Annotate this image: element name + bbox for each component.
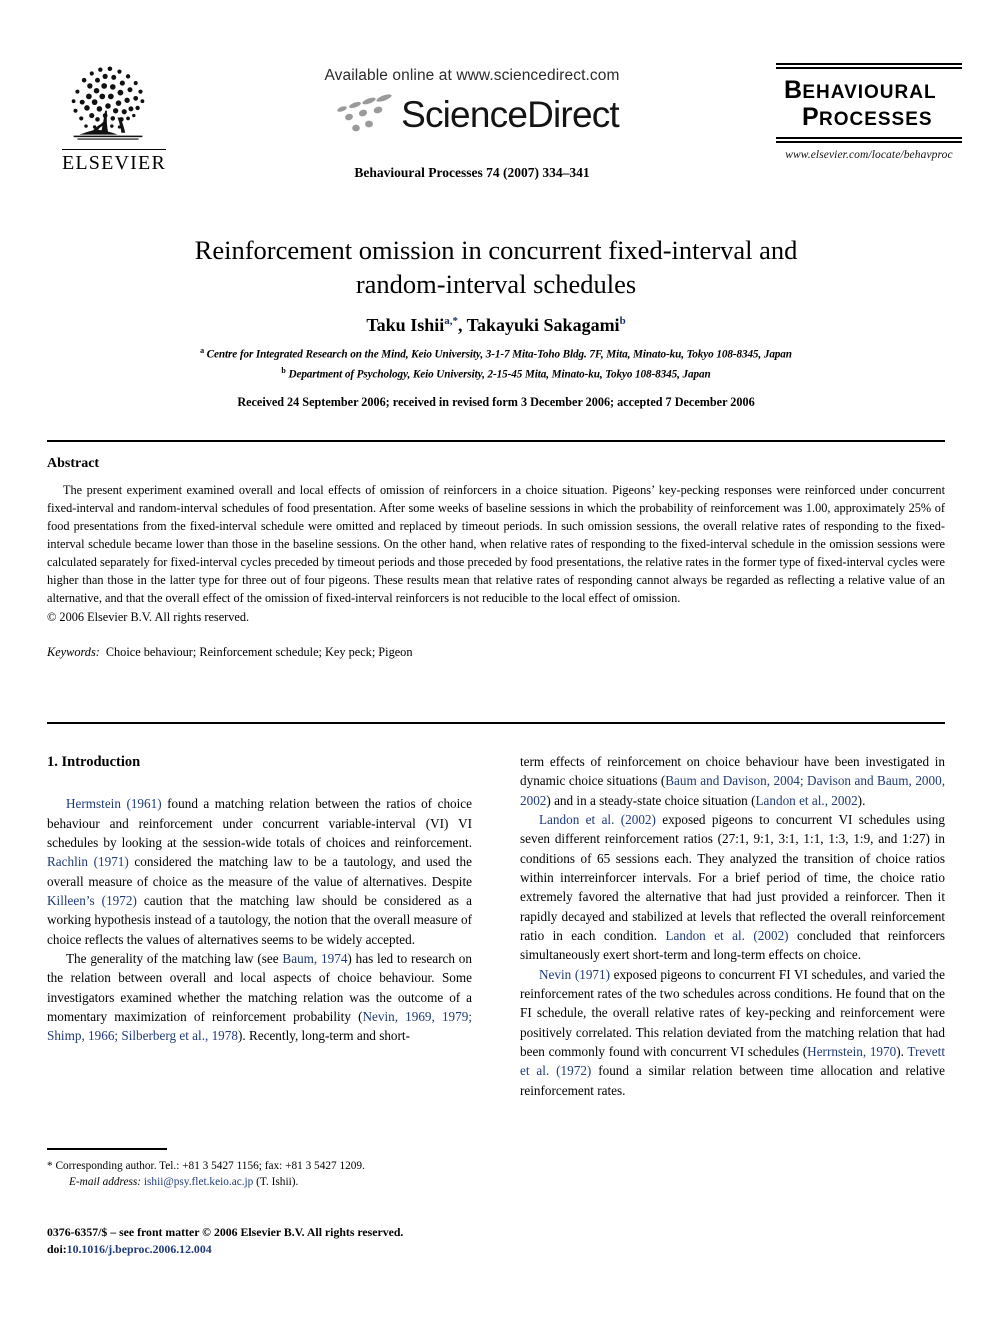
journal-reference: Behavioural Processes 74 (2007) 334–341 [354, 165, 590, 180]
paragraph: term effects of reinforcement on choice … [520, 754, 945, 808]
author-list: Taku Ishiia,*, Takayuki Sakagamib [47, 315, 945, 336]
abstract-bottom-rule [47, 722, 945, 724]
brand-line1-cap: B [784, 76, 803, 104]
citation-link[interactable]: Nevin (1971) [539, 967, 610, 982]
abstract-section: Abstract The present experiment examined… [47, 456, 945, 660]
brand-title-line-2: PROCESSES [774, 102, 964, 131]
paragraph: Landon et al. (2002) exposed pigeons to … [520, 811, 945, 963]
brand-title-line-1: BEHAVIOURAL [774, 76, 964, 104]
section-heading-introduction: 1. Introduction [47, 754, 141, 770]
abstract-heading: Abstract [47, 456, 100, 471]
affiliation-1-text: Centre for Integrated Research on the Mi… [206, 348, 792, 361]
email-note: E-mail address: ishii@psy.flet.keio.ac.j… [47, 1174, 472, 1190]
footnote-block: * Corresponding author. Tel.: +81 3 5427… [47, 1158, 472, 1191]
corresponding-author-marker: * [47, 1160, 53, 1172]
author-2-marks[interactable]: b [620, 315, 626, 327]
imprint-block: 0376-6357/$ – see front matter © 2006 El… [47, 1224, 517, 1258]
sciencedirect-block: Available online at www.sciencedirect.co… [262, 67, 682, 137]
elsevier-logo: ELSEVIER [59, 63, 169, 175]
affiliation-1-mark: a [200, 345, 204, 355]
affiliation-1: a Centre for Integrated Research on the … [47, 345, 945, 364]
journal-homepage-url[interactable]: www.elsevier.com/locate/behavproc [774, 149, 964, 161]
author-1-marks[interactable]: a,* [444, 315, 458, 327]
citation-link[interactable]: Rachlin (1971) [47, 854, 129, 869]
affiliation-2-mark: b [281, 365, 286, 375]
brand-rule-bottom [776, 137, 962, 143]
citation-link[interactable]: Baum and Davison, 2004; Davison and Baum… [520, 773, 945, 807]
sciencedirect-swoosh-icon [337, 94, 392, 132]
elsevier-wordmark: ELSEVIER [61, 152, 167, 174]
doi-label: doi: [47, 1241, 67, 1256]
brand-line1-rest: EHAVIOURAL [802, 82, 937, 103]
citation-link[interactable]: Baum, 1974 [282, 951, 347, 966]
author-separator: , [457, 314, 467, 335]
paragraph: Nevin (1971) exposed pigeons to concurre… [520, 966, 945, 1098]
article-title-line-2: random-interval schedules [355, 269, 637, 300]
keywords-list: Choice behaviour; Reinforcement schedule… [105, 644, 413, 659]
journal-article-first-page: ELSEVIER Available online at www.science… [0, 0, 992, 1323]
abstract-copyright: © 2006 Elsevier B.V. All rights reserved… [47, 610, 250, 625]
citation-link[interactable]: Hermstein (1961) [66, 796, 162, 811]
paragraph: The generality of the matching law (see … [47, 950, 472, 1044]
citation-link[interactable]: Nevin, 1969, 1979; Shimp, 1966; Silberbe… [47, 1009, 472, 1043]
journal-brand-logo: BEHAVIOURAL PROCESSES www.elsevier.com/l… [774, 63, 964, 161]
body-column-left: 1. Introduction Hermstein (1961) found a… [47, 752, 472, 1046]
elsevier-logo-rule [62, 149, 166, 150]
doi-line: doi:10.1016/j.beproc.2006.12.004 [47, 1241, 517, 1258]
doi-link[interactable]: 10.1016/j.beproc.2006.12.004 [67, 1242, 212, 1256]
corresponding-author-text: Corresponding author. Tel.: +81 3 5427 1… [55, 1160, 365, 1172]
body-column-right: term effects of reinforcement on choice … [520, 752, 945, 1100]
elsevier-tree-icon [71, 66, 145, 140]
brand-line2-cap: P [802, 102, 819, 131]
citation-link[interactable]: Landon et al. (2002) [665, 928, 788, 943]
keywords-row: Keywords: Choice behaviour; Reinforcement… [47, 645, 945, 660]
paragraph: Hermstein (1961) found a matching relati… [47, 796, 473, 947]
masthead: ELSEVIER Available online at www.science… [47, 55, 962, 205]
citation-link[interactable]: Landon et al. (2002) [539, 812, 656, 827]
brand-line2-rest: ROCESSES [818, 108, 933, 130]
sciencedirect-wordmark: ScienceDirect [401, 93, 620, 135]
footnote-separator-rule [47, 1148, 167, 1150]
affiliation-2: b Department of Psychology, Keio Univers… [47, 365, 945, 384]
citation-link[interactable]: Killeen’s (1972) [47, 893, 137, 908]
author-name-2: Takayuki Sakagami [466, 314, 620, 335]
citation-link[interactable]: Herrnstein, 1970 [807, 1044, 896, 1059]
citation-link[interactable]: Landon et al., 2002 [755, 793, 857, 808]
title-block: Reinforcement omission in concurrent fix… [47, 233, 945, 410]
email-label: E-mail address: [69, 1176, 142, 1189]
author-name-1: Taku Ishii [366, 314, 445, 335]
email-link[interactable]: ishii@psy.flet.keio.ac.jp [144, 1176, 253, 1188]
issn-copyright-line: 0376-6357/$ – see front matter © 2006 El… [47, 1225, 404, 1239]
available-online-text: Available online at www.sciencedirect.co… [324, 67, 620, 84]
affiliation-2-text: Department of Psychology, Keio Universit… [288, 368, 711, 381]
page-title: Reinforcement omission in concurrent fix… [47, 233, 945, 302]
abstract-body: The present experiment examined overall … [47, 483, 945, 606]
sciencedirect-logo: ScienceDirect [262, 91, 682, 137]
abstract-top-rule [47, 440, 945, 442]
article-title-line-1: Reinforcement omission in concurrent fix… [194, 235, 798, 265]
article-history: Received 24 September 2006; received in … [237, 395, 755, 410]
brand-rule-top [776, 63, 962, 69]
email-owner: (T. Ishii). [256, 1176, 299, 1189]
keywords-label: Keywords: [47, 644, 100, 659]
corresponding-author-note: * Corresponding author. Tel.: +81 3 5427… [47, 1158, 472, 1174]
